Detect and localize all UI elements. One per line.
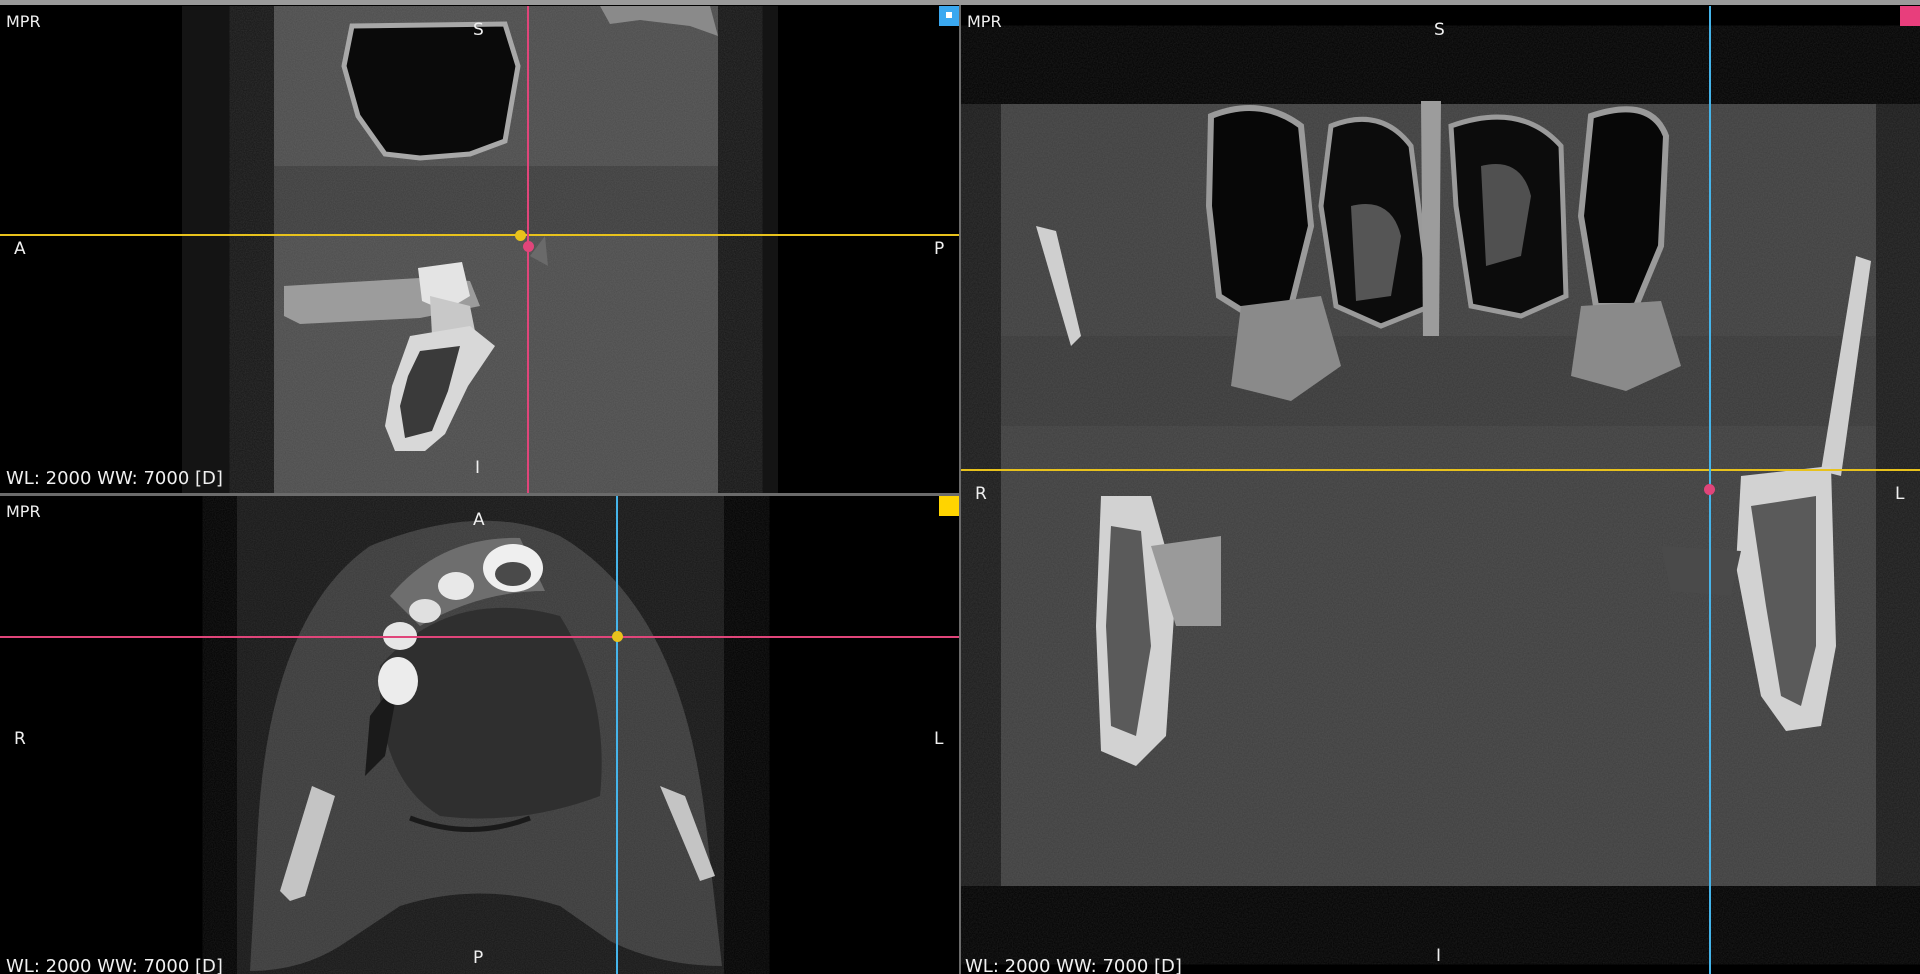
coronal-plane-line[interactable] (0, 636, 959, 638)
square-badge-icon[interactable] (939, 6, 959, 26)
orientation-bottom: I (475, 458, 481, 478)
window-level-info: WL: 2000 WW: 7000 [D] (6, 956, 223, 974)
orientation-top: A (473, 510, 485, 530)
axial-viewport[interactable]: MPR A P R L WL: 2000 WW: 7000 [D] (0, 496, 959, 974)
window-level-info: WL: 2000 WW: 7000 [D] (6, 468, 223, 489)
crosshair-handle[interactable] (1704, 484, 1715, 495)
axial-plane-line[interactable] (0, 234, 959, 236)
square-badge-icon[interactable] (1900, 6, 1920, 26)
viewport-title: MPR (6, 502, 41, 521)
crosshair-handle[interactable] (523, 241, 534, 252)
orientation-right: L (1895, 484, 1905, 504)
sagittal-plane-line[interactable] (616, 496, 618, 974)
axial-ct-image (237, 496, 724, 974)
crosshair-handle[interactable] (612, 631, 623, 642)
orientation-bottom: I (1436, 946, 1442, 966)
viewport-title: MPR (967, 12, 1002, 31)
viewport-title: MPR (6, 12, 41, 31)
coronal-ct-image (961, 101, 1920, 886)
sagittal-ct-image (182, 6, 778, 493)
crosshair-handle[interactable] (515, 230, 526, 241)
orientation-left: R (975, 484, 987, 504)
axial-plane-line[interactable] (961, 469, 1920, 471)
orientation-left: R (14, 729, 26, 749)
orientation-top: S (473, 20, 484, 40)
square-badge-icon[interactable] (939, 496, 959, 516)
orientation-right: L (934, 729, 944, 749)
orientation-left: A (14, 239, 26, 259)
orientation-right: P (934, 239, 945, 259)
window-level-info: WL: 2000 WW: 7000 [D] (965, 956, 1182, 974)
orientation-top: S (1434, 20, 1445, 40)
orientation-bottom: P (473, 948, 484, 968)
coronal-viewport[interactable]: MPR S I R L WL: 2000 WW: 7000 [D] (961, 6, 1920, 974)
sagittal-viewport[interactable]: MPR S I A P WL: 2000 WW: 7000 [D] (0, 6, 959, 493)
